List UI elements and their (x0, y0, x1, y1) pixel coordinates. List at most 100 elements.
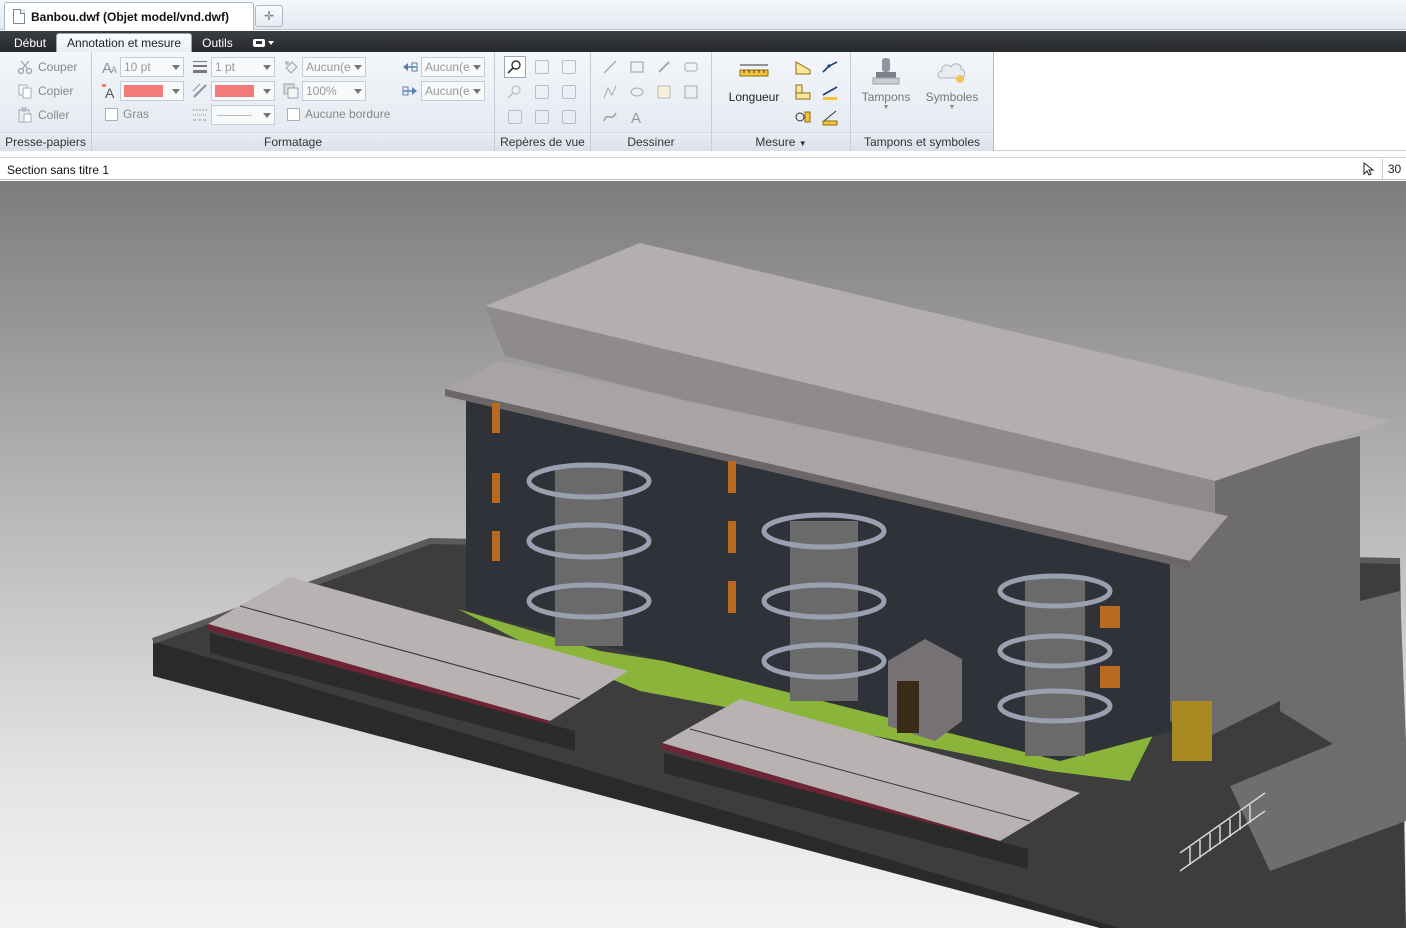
stamps-label: Tampons (861, 90, 911, 104)
svg-text:A: A (105, 85, 115, 99)
view-marker-3-button[interactable] (558, 56, 580, 78)
model-viewport[interactable] (0, 181, 1406, 928)
tab-outils[interactable]: Outils (192, 33, 243, 52)
copy-button[interactable]: Copier (17, 83, 73, 99)
view-marker-8-button[interactable] (531, 106, 553, 128)
chevron-down-icon (263, 113, 271, 118)
fill-select[interactable]: Aucun(e (302, 57, 366, 77)
line-icon (603, 60, 617, 74)
add-tab-button[interactable]: ✛ (255, 5, 283, 27)
line-style-select[interactable] (211, 105, 275, 125)
cut-button[interactable]: Couper (17, 59, 77, 75)
opacity-value: 100% (306, 84, 337, 98)
measure-calibrate-button[interactable] (819, 106, 841, 128)
callout-icon (535, 60, 549, 74)
length-button[interactable]: Longueur (724, 60, 784, 104)
angle-icon (795, 84, 811, 100)
chevron-down-icon (473, 89, 481, 94)
end-arrow-value: Aucun(e (425, 84, 470, 98)
rectangle-icon (630, 61, 644, 73)
ribbon-options-button[interactable] (243, 33, 284, 52)
measure-distance-button[interactable] (819, 81, 841, 103)
group-label-stamps: Tampons et symboles (851, 132, 993, 151)
line-style-preview (217, 115, 252, 116)
end-arrow-select[interactable]: Aucun(e (421, 81, 485, 101)
view-marker-zoom-button[interactable] (504, 56, 526, 78)
tab-annotation-et-mesure[interactable]: Annotation et mesure (56, 33, 193, 52)
text-color-select[interactable] (120, 81, 184, 101)
ribbon-empty-area (994, 52, 1406, 151)
measure-angle-button[interactable] (792, 81, 814, 103)
ruler-icon (739, 64, 769, 77)
line-weight-icon (193, 61, 207, 73)
bold-checkbox-box[interactable] (105, 107, 118, 121)
note-icon (657, 85, 671, 99)
view-marker-2-button[interactable] (531, 56, 553, 78)
marker-icon (562, 110, 576, 124)
font-size-select[interactable]: 10 pt (120, 57, 184, 77)
coordinate-icon (795, 111, 811, 123)
draw-cloud-button[interactable] (626, 81, 648, 103)
draw-rectangle-button[interactable] (626, 56, 648, 78)
add-tab-icon: ✛ (263, 9, 275, 23)
chevron-down-icon (172, 65, 180, 70)
fill-value: Aucun(e (306, 60, 351, 74)
measure-polyline-button[interactable] (819, 56, 841, 78)
measure-position-button[interactable] (792, 106, 814, 128)
line-weight-select[interactable]: 1 pt (211, 57, 275, 77)
length-label: Longueur (728, 90, 780, 104)
fill-icon (285, 61, 298, 74)
group-draw: A Dessiner (591, 52, 712, 151)
view-marker-6-button[interactable] (558, 81, 580, 103)
view-marker-7-button[interactable] (504, 106, 526, 128)
line-color-select[interactable] (211, 81, 275, 101)
yellow-gate (1172, 701, 1212, 761)
chevron-down-icon (263, 89, 271, 94)
draw-text-button[interactable]: A (626, 106, 648, 128)
group-label-formatting: Formatage (92, 132, 494, 151)
symbols-button[interactable]: Symboles ▼ (921, 56, 983, 111)
page-number[interactable]: 30 (1382, 159, 1406, 179)
document-tab-title: Banbou.dwf (Objet model/vnd.dwf) (31, 9, 229, 24)
draw-line-button[interactable] (599, 56, 621, 78)
draw-polyline-button[interactable] (599, 81, 621, 103)
document-icon (13, 9, 25, 24)
freehand-icon (603, 112, 617, 122)
paste-button[interactable]: Coller (17, 107, 69, 123)
line-color-swatch (215, 85, 254, 97)
view-marker-4-button[interactable] (504, 81, 526, 103)
stamps-button[interactable]: Tampons ▼ (857, 56, 915, 111)
marker-icon (508, 110, 522, 124)
opacity-select[interactable]: 100% (302, 81, 366, 101)
tab-debut[interactable]: Début (4, 33, 56, 52)
marker-icon (535, 110, 549, 124)
area-icon (795, 61, 811, 75)
entrance-door (897, 681, 919, 733)
view-marker-9-button[interactable] (558, 106, 580, 128)
draw-shape-button[interactable] (680, 81, 702, 103)
start-arrow-select[interactable]: Aucun(e (421, 57, 485, 77)
section-bar: Section sans titre 1 30 (0, 157, 1406, 180)
copy-icon (18, 84, 32, 99)
chevron-down-icon: ▼ (948, 104, 956, 111)
measure-area-button[interactable] (792, 56, 814, 78)
building-3d-model[interactable] (0, 181, 1406, 928)
no-border-checkbox-box[interactable] (287, 107, 300, 121)
document-tab[interactable]: Banbou.dwf (Objet model/vnd.dwf) (4, 2, 254, 30)
no-border-checkbox[interactable]: Aucune bordure (287, 107, 390, 121)
draw-note-button[interactable] (653, 81, 675, 103)
draw-pen-button[interactable] (653, 56, 675, 78)
group-view-markers: Repères de vue (495, 52, 591, 151)
copy-label: Copier (38, 84, 74, 98)
link-icon (535, 85, 549, 99)
start-arrow-icon (403, 62, 418, 72)
line-weight-value: 1 pt (215, 60, 236, 74)
group-stamps-symbols: Tampons ▼ Symboles ▼ Tampons et symboles (851, 52, 994, 151)
bold-checkbox[interactable]: Gras (105, 107, 149, 121)
bold-label: Gras (123, 107, 150, 121)
view-marker-5-button[interactable] (531, 81, 553, 103)
group-label-measure[interactable]: Mesure ▼ (712, 132, 850, 151)
draw-highlight-button[interactable] (680, 56, 702, 78)
draw-freehand-button[interactable] (599, 106, 621, 128)
select-tool-button[interactable] (1358, 159, 1380, 179)
